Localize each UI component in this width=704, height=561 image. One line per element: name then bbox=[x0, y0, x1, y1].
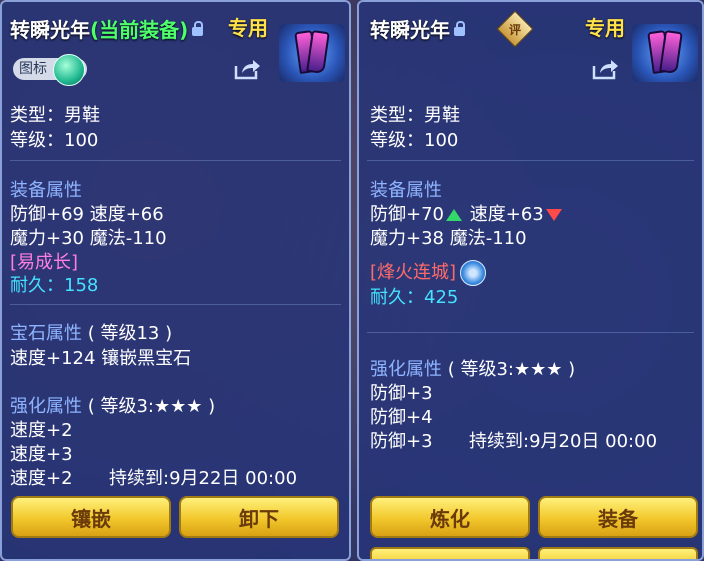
enhance-level: ( 等级3:★★★ ) bbox=[447, 359, 576, 380]
lock-icon bbox=[192, 21, 204, 36]
icon-toggle[interactable]: 图标 bbox=[13, 54, 87, 86]
current-equip-label: (当前装备) bbox=[90, 18, 189, 42]
unequip-button[interactable]: 卸下 bbox=[179, 496, 339, 538]
enhance-line: 防御+3 bbox=[370, 383, 433, 404]
boots-icon bbox=[294, 29, 330, 75]
share-icon[interactable] bbox=[233, 57, 261, 81]
inlay-button[interactable]: 镶嵌 bbox=[11, 496, 171, 538]
type-line: 类型：男鞋 bbox=[370, 105, 460, 126]
gem-attr-heading: 宝石属性 ( 等级13 ) bbox=[10, 319, 172, 345]
lock-icon bbox=[454, 21, 465, 36]
divider bbox=[10, 160, 341, 161]
gem-level: ( 等级13 ) bbox=[87, 323, 173, 344]
enhance-line: 速度+3 bbox=[10, 444, 73, 465]
item-name: 转瞬光年 bbox=[370, 18, 450, 42]
orb-icon bbox=[53, 54, 85, 86]
attr-speed: 速度+63 bbox=[469, 204, 544, 225]
enhance-line: 速度+2 bbox=[10, 468, 73, 489]
enhance-attr-heading: 强化属性 ( 等级3:★★★ ) bbox=[370, 355, 575, 381]
arrow-down-icon bbox=[545, 209, 562, 221]
compare-item-tooltip: 转瞬光年 评 专用 类型：男鞋 等级：100 装备属性 防御+70 速度+63 … bbox=[357, 0, 704, 561]
equip-attr-heading: 装备属性 bbox=[10, 180, 82, 201]
divider bbox=[367, 160, 694, 161]
attr-line-2: 魔力+38 魔法-110 bbox=[370, 228, 527, 249]
enhance-line: 防御+3 bbox=[370, 431, 433, 452]
gem-line: 速度+124 镶嵌黑宝石 bbox=[10, 348, 192, 369]
attr-defense: 防御+70 bbox=[370, 204, 444, 225]
attr-line-2: 魔力+30 魔法-110 bbox=[10, 228, 167, 249]
share-icon[interactable] bbox=[591, 57, 619, 81]
gem-attr-title: 宝石属性 bbox=[10, 323, 82, 344]
item-icon bbox=[632, 24, 698, 82]
enhance-attr-title: 强化属性 bbox=[10, 396, 82, 417]
level-line: 等级：100 bbox=[370, 130, 459, 151]
arrow-up-icon bbox=[446, 209, 462, 221]
hidden-button-top[interactable] bbox=[538, 547, 698, 559]
enhance-attr-title: 强化属性 bbox=[370, 359, 442, 380]
enhance-line: 防御+4 bbox=[370, 407, 433, 428]
enhance-attr-heading: 强化属性 ( 等级3:★★★ ) bbox=[10, 392, 215, 418]
enhance-duration: 持续到:9月20日 00:00 bbox=[469, 431, 658, 452]
refine-icon[interactable] bbox=[460, 260, 487, 286]
durability: 耐久：425 bbox=[370, 287, 459, 308]
equip-attr-heading: 装备属性 bbox=[370, 180, 442, 201]
special-property-row: [烽火连城] bbox=[370, 258, 487, 286]
item-title: 转瞬光年(当前装备) bbox=[10, 14, 204, 43]
level-line: 等级：100 bbox=[10, 130, 99, 151]
attr-line-1: 防御+69 速度+66 bbox=[10, 204, 164, 225]
item-title: 转瞬光年 bbox=[370, 14, 465, 43]
durability: 耐久：158 bbox=[10, 275, 99, 296]
item-name: 转瞬光年 bbox=[10, 18, 90, 42]
hidden-button-top[interactable] bbox=[370, 547, 530, 559]
exclusive-label: 专用 bbox=[228, 16, 268, 40]
divider bbox=[367, 332, 694, 333]
attr-line-1: 防御+70 速度+63 bbox=[370, 200, 564, 226]
equipped-item-tooltip: 转瞬光年(当前装备) 专用 图标 类型：男鞋 等级：100 装备属性 防御+69… bbox=[0, 0, 351, 561]
enhance-level: ( 等级3:★★★ ) bbox=[87, 396, 216, 417]
item-icon bbox=[279, 24, 345, 82]
equip-button[interactable]: 装备 bbox=[538, 496, 698, 538]
refine-button[interactable]: 炼化 bbox=[370, 496, 530, 538]
divider bbox=[10, 304, 341, 305]
enhance-line: 速度+2 bbox=[10, 420, 73, 441]
enhance-duration: 持续到:9月22日 00:00 bbox=[109, 468, 298, 489]
boots-icon bbox=[647, 29, 683, 75]
review-badge-icon[interactable]: 评 bbox=[496, 10, 534, 48]
exclusive-label: 专用 bbox=[585, 16, 625, 40]
special-property: [烽火连城] bbox=[370, 262, 457, 283]
icon-toggle-label: 图标 bbox=[19, 61, 47, 77]
type-line: 类型：男鞋 bbox=[10, 105, 100, 126]
